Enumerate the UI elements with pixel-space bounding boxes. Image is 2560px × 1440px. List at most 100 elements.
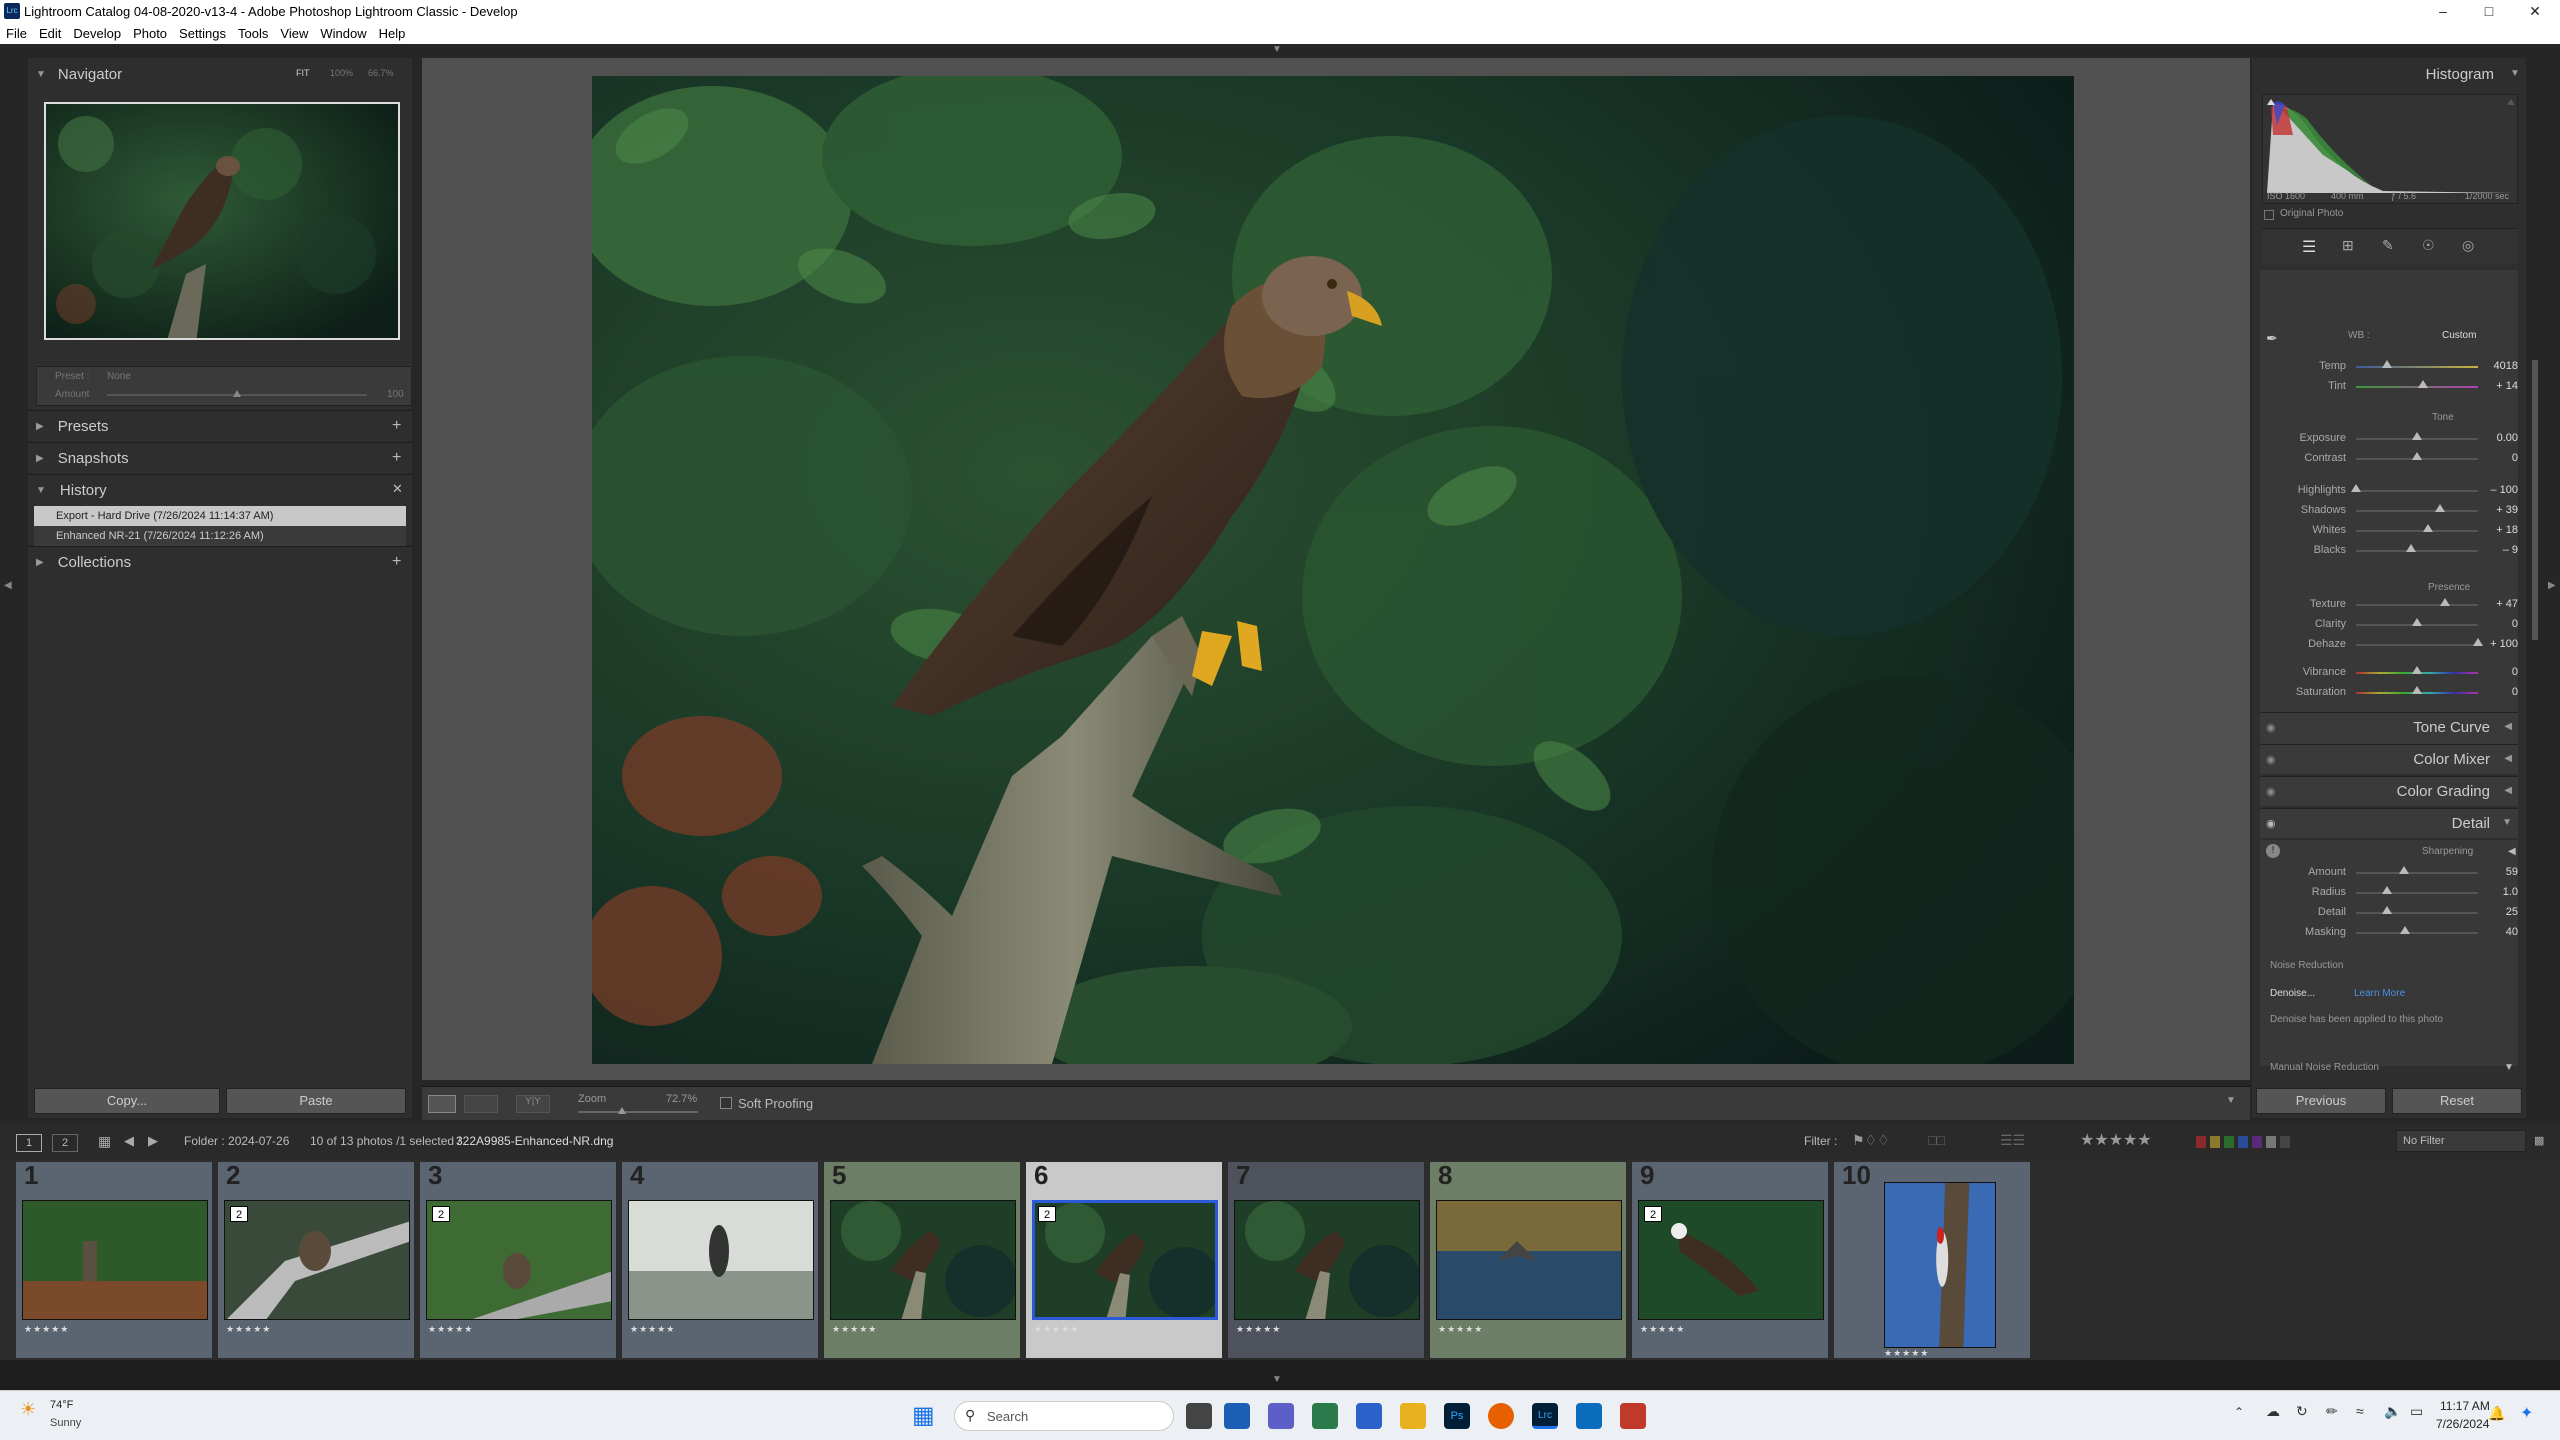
- purple-label-filter[interactable]: [2252, 1136, 2262, 1148]
- filmstrip-cell[interactable]: 1 ★★★★★: [16, 1160, 212, 1358]
- detail-value[interactable]: 25: [2478, 906, 2518, 918]
- highlights-value[interactable]: – 100: [2478, 484, 2518, 496]
- filmstrip-cell[interactable]: 4 ★★★★★: [622, 1160, 818, 1358]
- temp-value[interactable]: 4018: [2478, 360, 2518, 372]
- star-rating[interactable]: ★★★★★: [1438, 1324, 1483, 1335]
- filename-dropdown[interactable]: 322A9985-Enhanced-NR.dng: [456, 1134, 613, 1148]
- eye-icon[interactable]: ◉: [2266, 753, 2276, 766]
- wifi-icon[interactable]: ≈: [2356, 1403, 2364, 1419]
- before-after-button[interactable]: [464, 1095, 498, 1113]
- tint-slider[interactable]: [2356, 386, 2478, 388]
- tint-value[interactable]: + 14: [2478, 380, 2518, 392]
- navigator-preview[interactable]: [44, 102, 400, 340]
- whites-slider[interactable]: [2356, 530, 2478, 532]
- navigator-header[interactable]: ▼ Navigator FIT 100% 66.7%: [28, 58, 412, 90]
- filter-lock-icon[interactable]: ▩: [2534, 1134, 2544, 1147]
- masking-value[interactable]: 40: [2478, 926, 2518, 938]
- preset-amount-thumb[interactable]: [233, 390, 241, 397]
- screen-2-button[interactable]: 2: [52, 1134, 78, 1152]
- saturation-slider-thumb[interactable]: [2412, 686, 2422, 694]
- edit-filter-icon[interactable]: □□: [1928, 1132, 1945, 1148]
- color-mixer-header[interactable]: ◉ Color Mixer ◀: [2260, 744, 2518, 774]
- shadows-slider-thumb[interactable]: [2435, 504, 2446, 512]
- volume-icon[interactable]: 🔈: [2384, 1403, 2401, 1420]
- previous-button[interactable]: Previous: [2256, 1088, 2386, 1114]
- yellow-label-filter[interactable]: [2210, 1136, 2220, 1148]
- history-item[interactable]: Export - Hard Drive (7/26/2024 11:14:37 …: [34, 506, 406, 526]
- manual-nr-triangle-icon[interactable]: ▼: [2504, 1062, 2514, 1073]
- filmstrip-thumbnail[interactable]: [22, 1200, 208, 1320]
- learn-more-link[interactable]: Learn More: [2354, 988, 2405, 999]
- bug-app-icon[interactable]: [1620, 1403, 1646, 1429]
- right-panel-scrollbar[interactable]: [2532, 360, 2538, 640]
- rating-filter-stars[interactable]: ★★★★★: [2080, 1130, 2152, 1150]
- filmstrip-cell[interactable]: 3 2 ★★★★★: [420, 1160, 616, 1358]
- notification-bell-icon[interactable]: 🔔: [2488, 1405, 2505, 1422]
- bottom-panel-toggle-icon[interactable]: ▼: [1272, 1374, 1282, 1385]
- blacks-value[interactable]: – 9: [2478, 544, 2518, 556]
- stack-count-badge[interactable]: 2: [1038, 1206, 1056, 1222]
- crop-icon[interactable]: ⊞: [2342, 237, 2354, 254]
- zoom-66-option[interactable]: 66.7%: [368, 68, 394, 78]
- blacks-slider-thumb[interactable]: [2405, 544, 2416, 552]
- filmstrip-thumbnail[interactable]: [1884, 1182, 1996, 1348]
- radius-value[interactable]: 1.0: [2478, 886, 2518, 898]
- loupe-view-button[interactable]: [428, 1095, 456, 1113]
- right-panel-toggle-icon[interactable]: ▶: [2548, 580, 2556, 591]
- start-windows-icon[interactable]: ▦: [912, 1401, 935, 1430]
- histogram-graph[interactable]: ISO 1600 400 mm ƒ / 5.6 1/2000 sec: [2262, 94, 2518, 204]
- clarity-slider-thumb[interactable]: [2412, 618, 2422, 626]
- top-panel-toggle-icon[interactable]: ▼: [1272, 44, 1282, 55]
- history-item[interactable]: Enhanced NR-21 (7/26/2024 11:12:26 AM): [34, 526, 406, 546]
- weather-icon[interactable]: ☀: [20, 1399, 36, 1420]
- masking-slider-thumb[interactable]: [2399, 926, 2410, 934]
- radius-slider-thumb[interactable]: [2381, 886, 2392, 894]
- texture-slider-thumb[interactable]: [2440, 598, 2451, 606]
- filmstrip-thumbnail[interactable]: [1234, 1200, 1420, 1320]
- temp-slider[interactable]: [2356, 366, 2478, 368]
- radius-slider[interactable]: [2356, 892, 2478, 894]
- minimize-icon[interactable]: –: [2420, 0, 2466, 22]
- firefox-app-icon[interactable]: [1488, 1403, 1514, 1429]
- color-grading-header[interactable]: ◉ Color Grading ◀: [2260, 776, 2518, 806]
- filmstrip-cell[interactable]: 9 2 ★★★★★: [1632, 1160, 1828, 1358]
- zoom-fit-option[interactable]: FIT: [296, 68, 310, 78]
- zoom-slider-thumb[interactable]: [618, 1107, 626, 1114]
- screen-1-button[interactable]: 1: [16, 1134, 42, 1152]
- amount-slider[interactable]: [2356, 872, 2478, 874]
- filmstrip-cell[interactable]: 6 2 ★★★★★: [1026, 1160, 1222, 1358]
- filmstrip-thumbnail[interactable]: [1032, 1200, 1218, 1320]
- eye-icon[interactable]: ◉: [2266, 785, 2276, 798]
- blacks-slider[interactable]: [2356, 550, 2478, 552]
- forward-arrow-icon[interactable]: ▶: [148, 1133, 158, 1149]
- copilot-icon[interactable]: ✦: [2520, 1403, 2533, 1423]
- lightroom-taskbar-icon[interactable]: Lrc: [1532, 1403, 1558, 1429]
- paste-button[interactable]: Paste: [226, 1088, 406, 1114]
- sort-filter-icon[interactable]: ☰☰: [2000, 1132, 2025, 1149]
- filmstrip-thumbnail[interactable]: [224, 1200, 410, 1320]
- menu-photo[interactable]: Photo: [133, 26, 167, 41]
- filter-preset-dropdown[interactable]: No Filter: [2396, 1130, 2526, 1152]
- photoshop-app-icon[interactable]: Ps: [1444, 1403, 1470, 1429]
- filmstrip-cell[interactable]: 2 2 ★★★★★: [218, 1160, 414, 1358]
- tone-curve-header[interactable]: ◉ Tone Curve ◀: [2260, 712, 2518, 742]
- menu-edit[interactable]: Edit: [39, 26, 61, 41]
- red-eye-icon[interactable]: ☉: [2422, 237, 2435, 254]
- star-rating[interactable]: ★★★★★: [630, 1324, 675, 1335]
- menu-develop[interactable]: Develop: [73, 26, 121, 41]
- tray-pen-icon[interactable]: ✏: [2326, 1403, 2338, 1420]
- clear-history-icon[interactable]: ✕: [392, 481, 403, 497]
- flag-filter-icon[interactable]: ⚑♢♢: [1852, 1132, 1890, 1149]
- soft-proofing-checkbox[interactable]: [720, 1097, 732, 1109]
- denoise-button[interactable]: Denoise...: [2270, 988, 2315, 999]
- presets-header[interactable]: ▶ Presets +: [28, 410, 412, 442]
- filmstrip-thumbnail[interactable]: [1436, 1200, 1622, 1320]
- temp-slider-thumb[interactable]: [2381, 360, 2392, 368]
- menu-window[interactable]: Window: [320, 26, 366, 41]
- exposure-slider-thumb[interactable]: [2412, 432, 2422, 440]
- contrast-slider-thumb[interactable]: [2412, 452, 2422, 460]
- menu-file[interactable]: File: [6, 26, 27, 41]
- add-collection-icon[interactable]: +: [392, 553, 401, 571]
- filmstrip-thumbnail[interactable]: [426, 1200, 612, 1320]
- warning-icon[interactable]: !: [2266, 844, 2280, 858]
